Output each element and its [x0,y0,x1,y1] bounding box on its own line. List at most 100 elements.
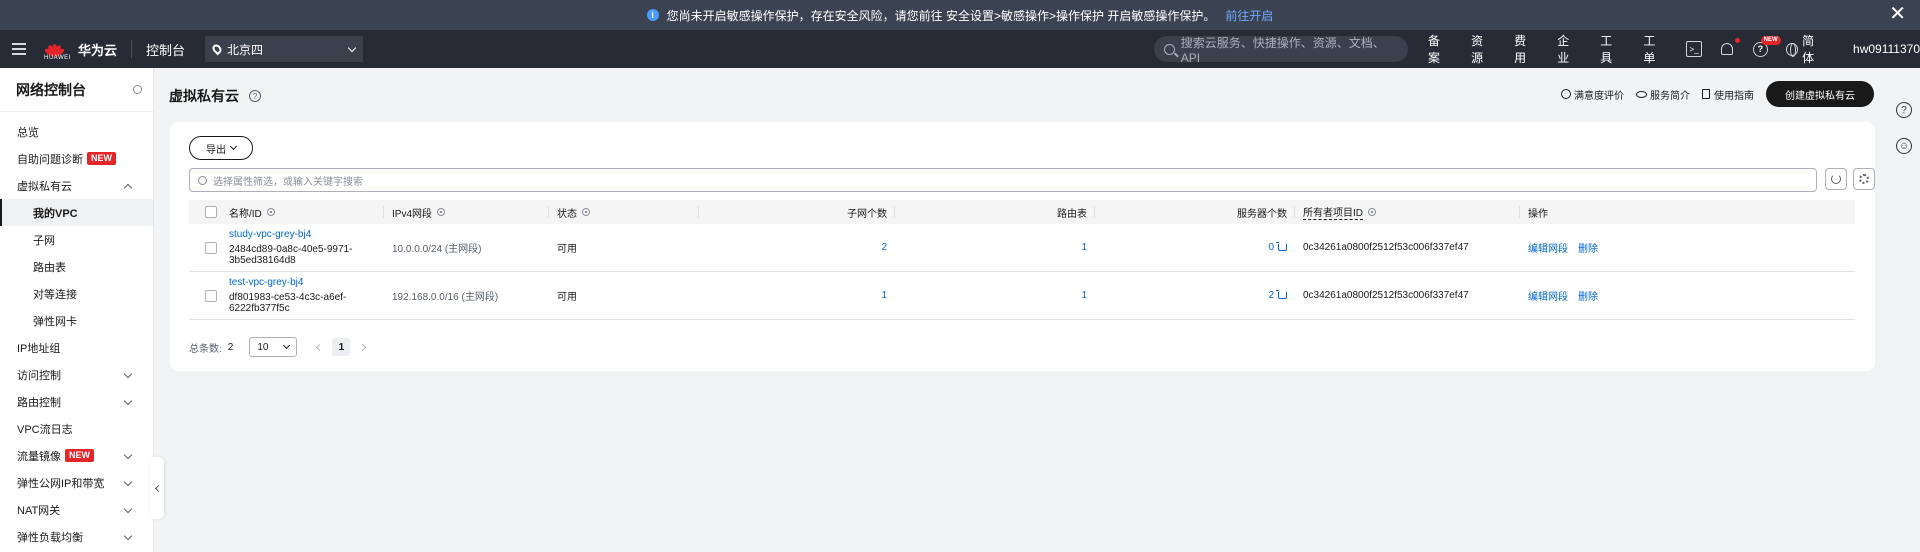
question-icon[interactable]: ? [249,90,261,102]
page-size-select[interactable]: 10 [249,337,298,357]
col-owner-project[interactable]: 所有者项目ID [1295,200,1520,224]
row-select-cell [205,272,225,319]
server-count-link[interactable]: 0 [1268,242,1274,253]
col-ipv4[interactable]: IPv4网段 [384,200,549,224]
total-label: 总条数: [189,343,222,355]
header-nav: 备案 资源 费用 企业 工具 工单 >_ ? NEW 简体 hw09111370 [1428,30,1920,68]
col-subnets: 子网个数 [699,200,895,224]
cloud-shell-icon[interactable]: >_ [1686,41,1702,57]
nav-tools[interactable]: 工具 [1600,32,1623,66]
sidebar-item-overview[interactable]: 总览 [0,118,153,145]
nav-tickets[interactable]: 工单 [1643,32,1666,66]
subnet-count-link[interactable]: 1 [881,290,887,301]
search-icon [1164,43,1175,55]
sidebar-collapse-handle[interactable] [150,457,164,519]
vpc-name-link[interactable]: test-vpc-grey-bj4 [229,277,303,288]
table-row: study-vpc-grey-bj4 2484cd89-0a8c-40e5-99… [189,224,1855,272]
huawei-logo[interactable]: HUAWEI 华为云 [43,40,117,61]
settings-button[interactable] [1853,168,1875,190]
sidebar-item-access-control[interactable]: 访问控制 [0,361,153,388]
refresh-button[interactable] [1825,168,1847,190]
sidebar-item-label: 对等连接 [33,288,77,301]
owner-project-id: 0c34261a0800f2512f53c006f337ef47 [1303,290,1469,301]
sidebar-item-eni[interactable]: 弹性网卡 [0,307,153,334]
eye-icon [1636,90,1647,98]
filter-icon [582,208,590,216]
sidebar-item-nat[interactable]: NAT网关 [0,496,153,523]
help-icon[interactable]: ? NEW [1753,35,1781,57]
server-count-link[interactable]: 2 [1268,290,1274,301]
notice-enable-link[interactable]: 前往开启 [1225,7,1273,24]
select-all-checkbox[interactable] [205,206,217,218]
col-status[interactable]: 状态 [549,200,699,224]
nav-enterprise[interactable]: 企业 [1557,32,1580,66]
sidebar-item-flow-log[interactable]: VPC流日志 [0,415,153,442]
filter-search-input[interactable]: 选择属性筛选，或输入关键字搜索 [189,168,1817,192]
route-table-count-link[interactable]: 1 [1081,290,1087,301]
help-circle-icon[interactable]: ? [1896,102,1912,118]
menu-icon[interactable] [0,30,38,68]
col-name-label: 名称/ID [229,208,262,220]
search-icon[interactable] [133,85,142,94]
create-vpc-button[interactable]: 创建虚拟私有云 [1766,81,1874,107]
filter-icon [437,208,446,216]
service-intro-link[interactable]: 服务简介 [1636,87,1690,102]
sidebar-item-diagnosis[interactable]: 自助问题诊断 NEW [0,145,153,172]
sidebar-item-eip[interactable]: 弹性公网IP和带宽 [0,469,153,496]
notice-message: 您尚未开启敏感操作保护，存在安全风险，请您前往 安全设置>敏感操作>操作保护 开… [666,8,1216,23]
pagination: 总条数: 2 10 1 [189,337,375,357]
feedback-link[interactable]: 满意度评价 [1561,87,1624,102]
notification-button[interactable] [1720,38,1741,57]
col-name[interactable]: 名称/ID [229,200,384,224]
row-checkbox[interactable] [205,241,217,254]
service-intro-label: 服务简介 [1650,90,1690,102]
sidebar-title: 网络控制台 [0,68,153,112]
row-checkbox[interactable] [205,289,217,302]
prev-page-icon[interactable] [316,343,324,351]
help-new-pill: NEW [1760,35,1781,45]
language-switch[interactable]: 简体 [1785,32,1825,66]
sidebar-item-traffic-mirror[interactable]: 流量镜像 NEW [0,442,153,469]
chevron-down-icon [123,504,133,514]
route-table-count-link[interactable]: 1 [1081,242,1087,253]
close-icon[interactable]: ✕ [1889,4,1906,24]
smile-icon[interactable]: ☺ [1896,138,1912,154]
subnet-count-link[interactable]: 2 [881,242,887,253]
user-guide-label: 使用指南 [1714,90,1754,102]
edit-cidr-link[interactable]: 编辑网段 [1528,288,1568,303]
sidebar-item-label: 自助问题诊断 [17,153,83,166]
bell-icon [1721,43,1734,55]
sidebar-item-ip-group[interactable]: IP地址组 [0,334,153,361]
sidebar-item-route-table[interactable]: 路由表 [0,253,153,280]
region-select[interactable]: 北京四 [205,36,364,62]
nav-filing[interactable]: 备案 [1428,32,1451,66]
col-owner-project-label: 所有者项目ID [1303,204,1363,220]
user-guide-link[interactable]: 使用指南 [1702,87,1754,102]
edit-cidr-link[interactable]: 编辑网段 [1528,240,1568,255]
vpc-list-card: 导出 选择属性筛选，或输入关键字搜索 名称/ID IPv4网段 状态 子网个数 … [170,122,1875,371]
table-row: test-vpc-grey-bj4 df801983-ce53-4c3c-a6e… [189,272,1855,320]
sidebar-item-elb[interactable]: 弹性负载均衡 [0,523,153,550]
sidebar-item-my-vpc[interactable]: 我的VPC [0,199,153,226]
cart-icon[interactable] [1276,290,1287,299]
cart-icon[interactable] [1276,242,1287,251]
vpc-name-link[interactable]: study-vpc-grey-bj4 [229,229,311,240]
sidebar-item-vpc-group[interactable]: 虚拟私有云 [0,172,153,199]
sidebar-item-label: 虚拟私有云 [17,180,72,193]
sidebar-item-subnet[interactable]: 子网 [0,226,153,253]
next-page-icon[interactable] [359,343,367,351]
subnet-count: 2 [699,224,895,271]
global-search-input[interactable]: 搜索云服务、快捷操作、资源、文档、API [1154,36,1408,65]
sidebar-item-peering[interactable]: 对等连接 [0,280,153,307]
info-icon: i [646,9,659,21]
console-link[interactable]: 控制台 [146,40,185,59]
current-page[interactable]: 1 [332,338,351,356]
vpc-table: 名称/ID IPv4网段 状态 子网个数 路由表 服务器个数 所有者项目ID 操… [189,200,1855,320]
delete-link[interactable]: 删除 [1578,288,1598,303]
sidebar-item-route-control[interactable]: 路由控制 [0,388,153,415]
delete-link[interactable]: 删除 [1578,240,1598,255]
nav-billing[interactable]: 费用 [1514,32,1537,66]
user-account[interactable]: hw09111370 [1853,42,1920,56]
export-button[interactable]: 导出 [189,136,253,160]
nav-resources[interactable]: 资源 [1471,32,1494,66]
